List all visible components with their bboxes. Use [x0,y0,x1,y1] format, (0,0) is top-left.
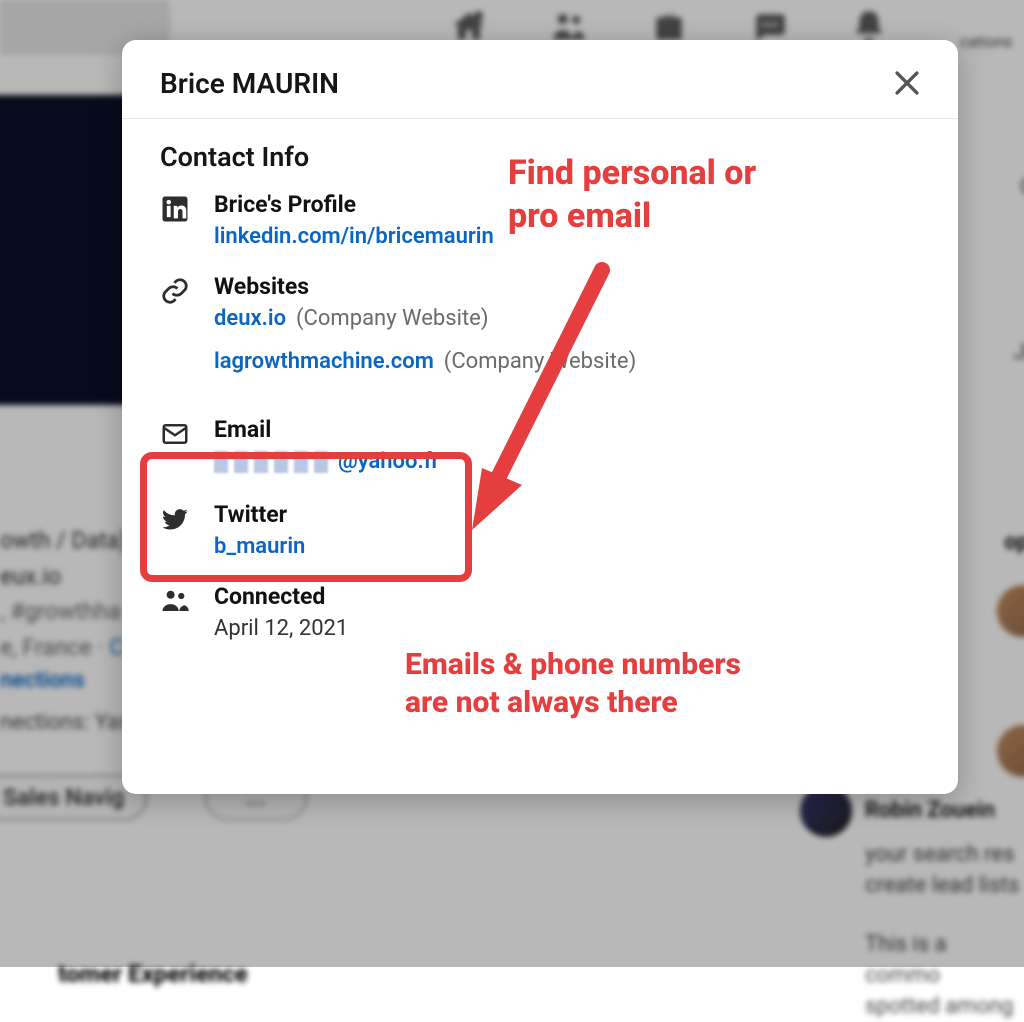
connected-date: April 12, 2021 [214,616,920,641]
linkedin-icon [160,194,190,224]
modal-header: Brice MAURIN [122,40,958,119]
close-icon[interactable] [890,66,924,100]
websites-label: Websites [214,273,920,300]
twitter-section: Twitter b_maurin [160,501,920,559]
website-link[interactable]: lagrowthmachine.com [214,349,434,374]
link-icon [160,276,190,306]
modal-body: Contact Info Brice's Profile linkedin.co… [122,119,958,675]
twitter-handle[interactable]: b_maurin [214,534,305,559]
website-note: (Company Website) [444,349,636,374]
website-note: (Company Website) [296,306,488,331]
email-domain[interactable]: @yahoo.fr [338,449,439,474]
twitter-icon [160,504,190,534]
connected-section: Connected April 12, 2021 [160,583,920,641]
profile-section: Brice's Profile linkedin.com/in/bricemau… [160,191,920,249]
mail-icon [160,419,190,449]
website-link[interactable]: deux.io [214,306,286,331]
modal-title: Brice MAURIN [160,67,339,100]
email-value[interactable]: @yahoo.fr [214,449,920,477]
websites-section: Websites deux.io (Company Website) lagro… [160,273,920,392]
email-label: Email [214,416,920,443]
profile-label: Brice's Profile [214,191,920,218]
people-icon [160,586,190,616]
profile-url[interactable]: linkedin.com/in/bricemaurin [214,224,494,249]
twitter-label: Twitter [214,501,920,528]
email-section: Email @yahoo.fr [160,416,920,477]
connected-label: Connected [214,583,920,610]
redacted-email-local [214,451,334,477]
contact-info-modal: Brice MAURIN Contact Info Brice's Profil… [122,40,958,794]
contact-info-heading: Contact Info [160,141,920,173]
